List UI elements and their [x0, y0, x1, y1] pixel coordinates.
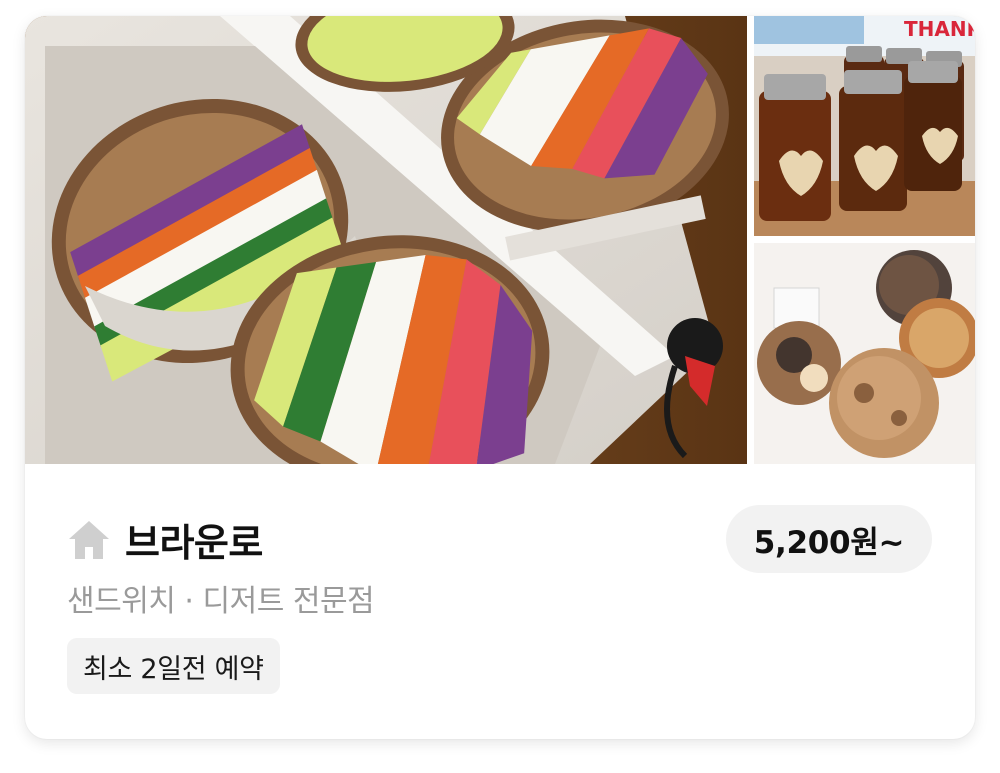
sandwich-photo[interactable] [25, 16, 747, 464]
reservation-badge: 최소 2일전 예약 [67, 638, 280, 694]
title-row: 브라운로 [67, 512, 263, 567]
store-card[interactable]: THANK 브라운로 샌드위치 · 디저트 전문점 최소 2일전 예약 5,20… [25, 16, 975, 739]
photo-gallery[interactable]: THANK [25, 16, 975, 464]
store-info: 브라운로 샌드위치 · 디저트 전문점 최소 2일전 예약 5,200원~ [25, 464, 975, 739]
bottled-drinks-photo[interactable]: THANK [754, 16, 975, 236]
cookies-photo[interactable] [754, 243, 975, 464]
store-category: 샌드위치 · 디저트 전문점 [67, 584, 375, 619]
svg-text:THANK: THANK [904, 17, 975, 41]
store-name[interactable]: 브라운로 [125, 512, 263, 567]
home-icon [67, 519, 111, 561]
price-pill: 5,200원~ [726, 505, 932, 573]
